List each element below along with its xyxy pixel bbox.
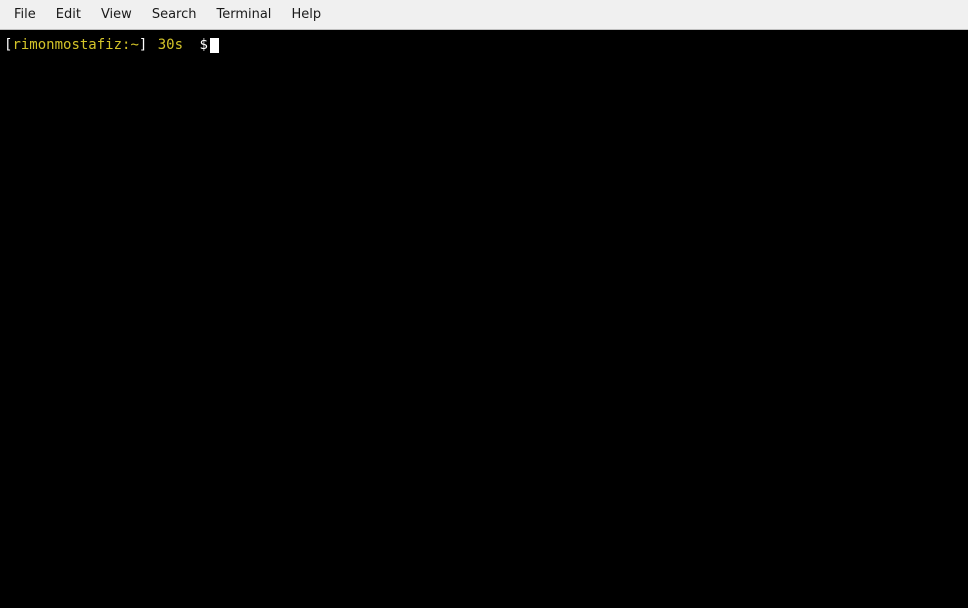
bracket-left: [ [4,36,12,56]
dollar-sign [187,36,195,56]
menu-search[interactable]: Search [142,3,207,26]
time-value: 30s [158,36,183,56]
time-badge [148,36,156,56]
menu-view[interactable]: View [91,3,142,26]
prompt-line: [rimonmostafiz:~] 30s $ [4,36,964,56]
menu-edit[interactable]: Edit [46,3,91,26]
dollar-symbol: $ [199,36,207,56]
menu-terminal[interactable]: Terminal [206,3,281,26]
terminal-area[interactable]: [rimonmostafiz:~] 30s $ [0,30,968,608]
menu-file[interactable]: File [4,3,46,26]
bracket-right: ] [139,36,147,56]
menu-help[interactable]: Help [281,3,331,26]
username-host: rimonmostafiz:~ [12,36,138,56]
cursor [210,38,219,53]
menubar: File Edit View Search Terminal Help [0,0,968,30]
